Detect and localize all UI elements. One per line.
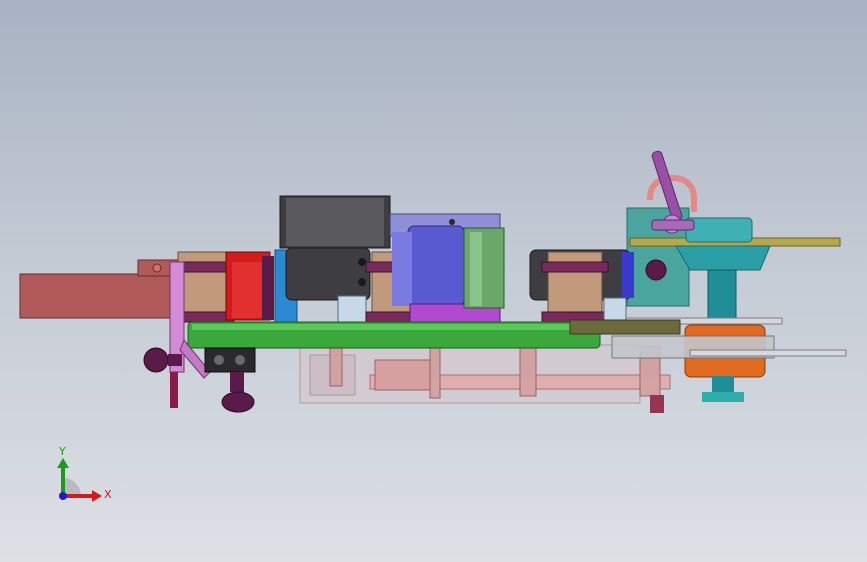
assembly-model[interactable]: Y X — [0, 0, 867, 562]
y-axis-label: Y — [58, 445, 66, 458]
cad-viewport[interactable]: Y X — [0, 0, 867, 562]
x-axis-label: X — [104, 488, 112, 501]
feed-plate[interactable] — [19, 259, 181, 319]
coordinate-triad: Y X — [57, 445, 112, 502]
knob-left[interactable] — [143, 347, 182, 408]
spool-2[interactable] — [225, 251, 274, 321]
knob-lower[interactable] — [221, 372, 255, 413]
base-plate-green[interactable] — [187, 319, 681, 349]
z-axis-dot — [59, 492, 67, 500]
green-housing[interactable] — [463, 227, 505, 309]
handle-lever[interactable] — [647, 150, 697, 234]
